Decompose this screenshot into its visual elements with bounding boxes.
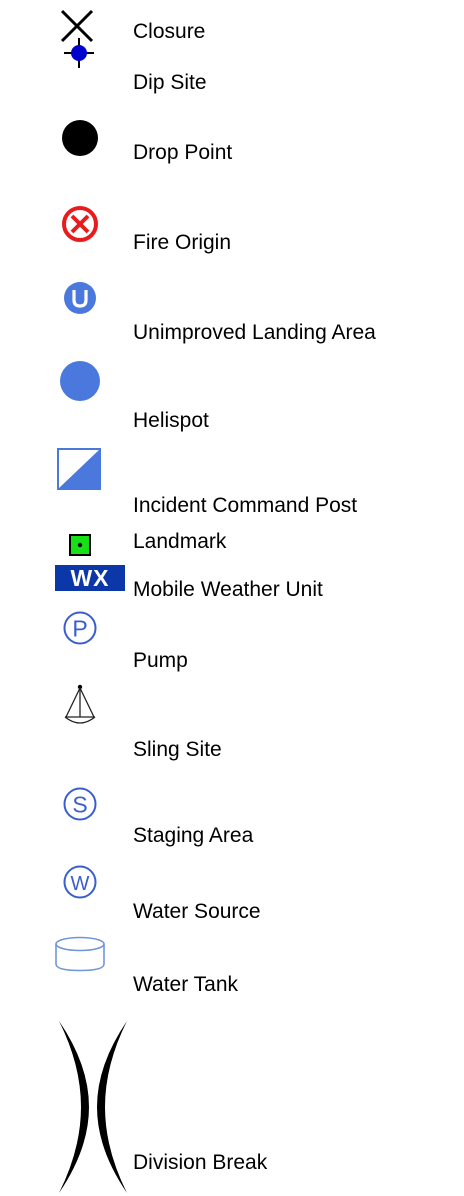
legend-label-drop-point: Drop Point <box>133 141 233 164</box>
legend-label-fire-origin: Fire Origin <box>133 231 232 254</box>
legend-label-water-tank: Water Tank <box>133 973 239 996</box>
legend-label-staging-area: Staging Area <box>133 824 254 847</box>
legend-label-closure: Closure <box>133 20 206 43</box>
wx-badge-icon: WX <box>55 565 125 591</box>
legend-label-water-source: Water Source <box>133 900 261 923</box>
u-circle-icon <box>64 282 96 314</box>
legend-label-landmark: Landmark <box>133 530 227 553</box>
staging-glyph: S <box>72 792 87 818</box>
circled-x-icon <box>62 206 98 242</box>
legend-label-pump: Pump <box>133 649 188 672</box>
blue-circle-icon <box>60 361 100 401</box>
crosshair-dot-icon <box>64 38 94 68</box>
map-symbol-legend: Closure Dip Site Drop Point Fire Origin … <box>0 0 464 1196</box>
sling-load-icon <box>64 684 96 724</box>
legend-label-dip-site: Dip Site <box>133 71 207 94</box>
legend-label-mobile-weather-unit: Mobile Weather Unit <box>133 578 323 601</box>
legend-label-sling-site: Sling Site <box>133 738 222 761</box>
legend-label-division-break: Division Break <box>133 1151 268 1174</box>
green-square-dot-icon <box>69 534 91 556</box>
legend-label-helispot: Helispot <box>133 409 209 432</box>
legend-label-incident-command-post: Incident Command Post <box>133 494 358 517</box>
half-square-icon <box>57 448 101 490</box>
water-source-glyph: W <box>71 873 90 895</box>
pump-glyph: P <box>72 616 87 642</box>
black-dot-icon <box>62 120 98 156</box>
division-break-icon <box>59 1021 127 1193</box>
cylinder-tank-icon <box>55 936 105 972</box>
legend-label-unimproved-landing-area: Unimproved Landing Area <box>133 321 376 344</box>
circle-p-icon: P <box>63 611 97 645</box>
circle-s-icon: S <box>63 787 97 821</box>
circle-w-icon: W <box>63 865 97 899</box>
